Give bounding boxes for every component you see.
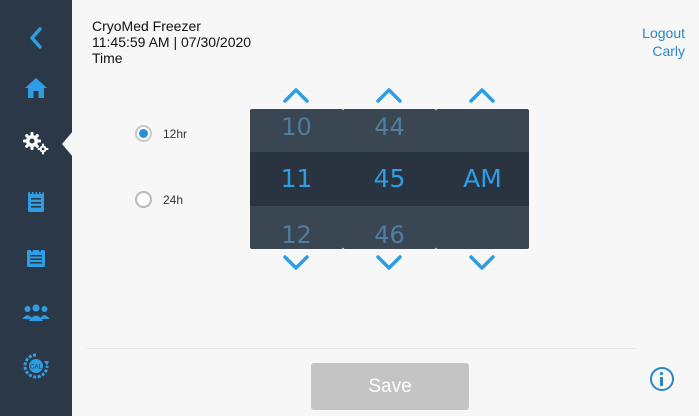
account-area: Logout Carly xyxy=(642,24,685,60)
calibration-icon: CAL xyxy=(23,353,49,379)
page-title: Time xyxy=(92,50,123,66)
hour-current-value: 11 xyxy=(280,164,313,193)
calendar-icon xyxy=(27,248,45,267)
radio-24h-label: 24h xyxy=(163,192,184,207)
sidebar-item-calibration[interactable]: CAL xyxy=(0,341,72,391)
sidebar-item-notes[interactable] xyxy=(0,176,72,226)
chevron-up-icon xyxy=(376,88,402,103)
home-icon xyxy=(25,78,47,98)
save-button[interactable]: Save xyxy=(311,363,469,410)
hour-down-button[interactable] xyxy=(281,253,311,271)
notepad-icon xyxy=(28,190,44,212)
period-picker[interactable]: AM xyxy=(436,109,529,249)
format-option-24h[interactable]: 24h xyxy=(135,191,183,208)
chevron-up-icon xyxy=(283,88,309,103)
hour-picker[interactable]: 10 11 12 xyxy=(250,109,343,249)
minute-prev-value: 44 xyxy=(374,113,405,141)
sidebar-item-users[interactable] xyxy=(0,288,72,338)
minute-next-value: 46 xyxy=(374,221,405,249)
format-option-12hr[interactable]: 12hr xyxy=(135,125,187,142)
minute-picker[interactable]: 44 45 46 xyxy=(343,109,436,249)
chevron-up-icon xyxy=(469,88,495,103)
header: CryoMed Freezer 11:45:59 AM | 07/30/2020… xyxy=(92,18,251,66)
sidebar: CAL xyxy=(0,0,72,416)
period-up-button[interactable] xyxy=(467,86,497,104)
back-icon xyxy=(30,27,42,49)
period-down-button[interactable] xyxy=(467,253,497,271)
radio-12hr-label: 12hr xyxy=(163,126,188,141)
device-name: CryoMed Freezer xyxy=(92,18,201,34)
chevron-down-icon xyxy=(283,255,309,270)
radio-24h[interactable] xyxy=(135,191,152,208)
datetime-readout: 11:45:59 AM | 07/30/2020 xyxy=(92,34,252,50)
info-button[interactable] xyxy=(650,367,674,391)
hour-up-button[interactable] xyxy=(281,86,311,104)
svg-text:CAL: CAL xyxy=(30,365,42,371)
sidebar-item-home[interactable] xyxy=(0,63,72,113)
user-name: Carly xyxy=(652,43,685,59)
hour-prev-value: 10 xyxy=(281,113,312,141)
back-button[interactable] xyxy=(0,13,72,63)
divider xyxy=(87,348,637,349)
minute-up-button[interactable] xyxy=(374,86,404,104)
radio-12hr[interactable] xyxy=(135,125,152,142)
settings-icon xyxy=(23,132,49,155)
chevron-down-icon xyxy=(376,255,402,270)
hour-next-value: 12 xyxy=(281,221,312,249)
period-current-value: AM xyxy=(463,164,502,193)
active-indicator xyxy=(62,131,73,157)
minute-current-value: 45 xyxy=(373,164,406,193)
minute-down-button[interactable] xyxy=(374,253,404,271)
logout-link[interactable]: Logout xyxy=(642,24,685,42)
sidebar-item-calendar[interactable] xyxy=(0,233,72,283)
users-icon xyxy=(22,304,50,321)
chevron-down-icon xyxy=(469,255,495,270)
